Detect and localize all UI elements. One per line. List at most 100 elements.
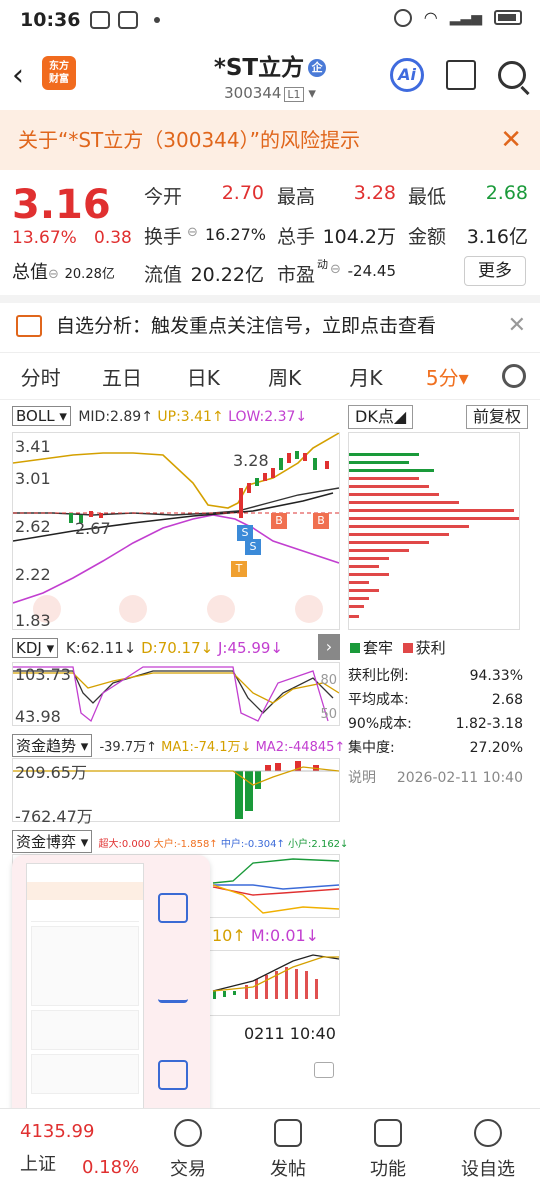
share-icon[interactable] <box>446 60 476 90</box>
battery-icon <box>494 10 522 25</box>
amount-value: 3.16亿 <box>466 226 528 248</box>
gear-icon[interactable] <box>501 364 526 388</box>
signal-icon: ▂▃▅ <box>449 9 482 26</box>
kdj-selector[interactable]: KDJ ▾ <box>12 638 59 658</box>
fund-trend-selector[interactable]: 资金趋势 ▾ <box>12 734 93 757</box>
chip-distribution[interactable] <box>348 432 520 630</box>
amount-label: 金额 <box>408 226 447 248</box>
status-time: 10:36 <box>20 9 81 31</box>
fund-trend-chart[interactable]: 209.65万 -762.47万 <box>12 758 340 826</box>
boll-low-line <box>12 514 340 604</box>
trade-icon <box>174 1119 202 1147</box>
kdj-k: K:62.11↓ <box>65 639 137 657</box>
legend-trap: 套牢 <box>363 639 394 657</box>
fund-trend-ma1: MA1:-74.1万↓ <box>161 740 252 755</box>
stat-row: 获利比例: 94.33% <box>348 668 523 684</box>
low-marker: 2.67 <box>75 519 111 538</box>
tab-5min[interactable]: 5分▾ <box>407 362 488 391</box>
legend-profit: 获利 <box>415 639 446 657</box>
kline-chart[interactable]: 3.41 3.01 2.62 2.22 1.83 3.28 2.67 B B S… <box>12 432 340 630</box>
boll-mid: MID:2.89↑ <box>78 409 153 425</box>
nav-functions[interactable]: 功能 <box>348 1119 428 1181</box>
t-signal[interactable]: T <box>231 561 247 577</box>
fund-small: 小户:2.162↓ <box>288 839 349 850</box>
more-button[interactable]: 更多 <box>464 256 526 286</box>
y-label: 103.73 <box>15 665 71 684</box>
edit-pen-icon[interactable] <box>158 973 188 1003</box>
buy-signal[interactable]: B <box>271 513 287 529</box>
nav-trade[interactable]: 交易 <box>148 1119 228 1181</box>
kdj-header: KDJ ▾ K:62.11↓ D:70.17↓ J:45.99↓ <box>12 638 283 658</box>
speaker-icon <box>16 315 42 337</box>
search-icon[interactable] <box>498 61 526 89</box>
tab-weekly[interactable]: 周K <box>244 362 325 391</box>
ref-50: 50 <box>320 707 337 722</box>
kdj-j: J:45.99↓ <box>218 639 283 657</box>
tab-five-day[interactable]: 五日 <box>81 362 162 391</box>
scroll-handle-icon[interactable] <box>314 1062 334 1078</box>
pe-value: -24.45 <box>347 262 396 280</box>
share-out-icon[interactable] <box>158 1060 188 1090</box>
info-icon[interactable]: ⊖ <box>187 225 198 240</box>
boll-mid-line <box>13 487 340 516</box>
change-value: 0.38 <box>94 228 132 248</box>
boll-header: BOLL ▾ MID:2.89↑ UP:3.41↑ LOW:2.37↓ <box>12 406 307 426</box>
macd-header: 10↑ M:0.01↓ <box>212 926 319 945</box>
kline-svg <box>12 432 340 623</box>
fund-trend-value: -39.7万↑ <box>99 740 157 755</box>
boll-selector[interactable]: BOLL ▾ <box>12 406 71 426</box>
analysis-alert[interactable]: 自选分析：触发重点关注信号，立即点击查看 ✕ <box>0 295 540 349</box>
open-value: 2.70 <box>221 182 264 204</box>
screenshot-float-menu <box>12 855 210 1120</box>
buy-signal[interactable]: B <box>313 513 329 529</box>
legend-swatch <box>350 643 360 653</box>
boll-low: LOW:2.37↓ <box>228 409 308 425</box>
tab-intraday[interactable]: 分时 <box>0 362 81 391</box>
index-ticker[interactable]: 4135.99 上证 0.18% <box>20 1121 139 1178</box>
change-percent: 13.67% <box>12 228 77 248</box>
ai-assistant-icon[interactable]: Ai <box>390 58 424 92</box>
sell-signal[interactable]: S <box>245 539 261 555</box>
post-icon <box>274 1119 302 1147</box>
risk-warning-banner[interactable]: 关于“*ST立方（300344）”的风险提示 ✕ <box>0 110 540 170</box>
turnover-value: 16.27% <box>204 225 266 244</box>
adjust-button[interactable]: 前复权 <box>465 405 528 429</box>
fund-super: 超大:0.000 <box>98 839 151 850</box>
more-dots-icon <box>474 1119 502 1147</box>
kdj-chart[interactable]: 103.73 43.98 80 50 <box>12 662 340 726</box>
chevron-right-icon[interactable]: › <box>318 634 340 660</box>
index-pct: 0.18% <box>82 1157 140 1178</box>
pe-superscript: 动 <box>317 258 328 271</box>
dot-icon <box>154 17 161 23</box>
wifi-icon: ◠ <box>423 8 438 27</box>
tab-daily[interactable]: 日K <box>163 362 244 391</box>
y-label: 43.98 <box>15 707 61 726</box>
market-cap: 总值⊖ 20.28亿 <box>12 262 115 283</box>
screenshot-thumbnail[interactable] <box>26 863 144 1118</box>
fund-big: 大户:-1.858↑ <box>153 839 218 850</box>
info-icon[interactable]: ⊖ <box>48 267 59 282</box>
app-notification-icon <box>90 11 111 29</box>
bottom-nav: 4135.99 上证 0.18% 交易 发帖 功能 设自选 <box>0 1108 540 1200</box>
dk-button[interactable]: DK点◢ <box>348 405 414 429</box>
nav-controls <box>33 595 323 623</box>
fund-game-selector[interactable]: 资金博弈 ▾ <box>12 830 93 853</box>
open-label: 今开 <box>144 186 183 208</box>
tab-monthly[interactable]: 月K <box>325 362 406 391</box>
close-icon[interactable]: ✕ <box>500 110 522 170</box>
alert-text: 自选分析：触发重点关注信号，立即点击查看 <box>56 315 437 337</box>
scroll-capture-icon[interactable] <box>158 893 188 923</box>
current-price: 3.16 <box>12 182 111 228</box>
company-badge: 企 <box>308 59 327 77</box>
fund-trend-ma2: MA2:-44845↑ <box>255 740 346 755</box>
fund-mid: 中户:-0.304↑ <box>220 839 285 850</box>
nav-add-watchlist[interactable]: 设自选 <box>448 1119 528 1181</box>
kdj-d: D:70.17↓ <box>141 639 214 657</box>
y-label: -762.47万 <box>15 807 93 826</box>
close-icon[interactable]: ✕ <box>508 303 526 349</box>
y-label: 1.83 <box>15 611 51 630</box>
chip-note[interactable]: 说明 2026-02-11 10:40 <box>348 766 523 790</box>
pe-label: 市盈 <box>277 264 316 286</box>
risk-warning-text: 关于“*ST立方（300344）”的风险提示 <box>18 128 360 152</box>
nav-post[interactable]: 发帖 <box>248 1119 328 1181</box>
